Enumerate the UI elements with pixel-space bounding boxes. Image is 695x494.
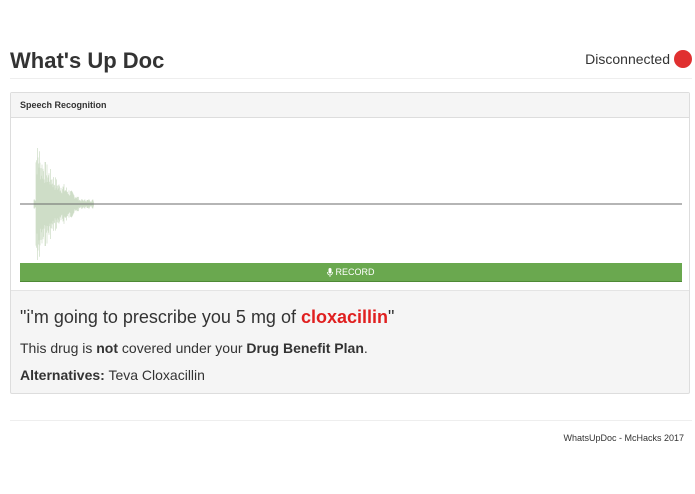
connection-status-text: Disconnected [585,51,670,67]
app-title: What's Up Doc [10,48,165,73]
record-button[interactable]: RECORD [20,263,682,282]
footer-text: WhatsUpDoc - McHacks 2017 [563,433,684,443]
coverage-prefix: This drug is [20,340,97,356]
panel-heading: Speech Recognition [11,93,689,118]
speech-recognition-panel: Speech Recognition RECORD "i'm going to … [10,92,690,394]
connection-status: Disconnected [585,50,692,68]
page-header: What's Up Doc Disconnected [10,44,692,79]
alternatives-value: Teva Cloxacillin [104,367,205,383]
record-button-label: RECORD [335,267,375,277]
coverage-not: not [96,340,119,356]
drug-name: cloxacillin [300,307,389,327]
coverage-plan: Drug Benefit Plan [246,340,364,356]
transcript-suffix: " [388,307,395,327]
status-indicator-icon [674,50,692,68]
alternatives: Alternatives: Teva Cloxacillin [20,367,205,383]
coverage-message: This drug is not covered under your Drug… [20,340,368,356]
coverage-suffix: . [363,340,368,356]
coverage-middle: covered under your [118,340,247,356]
audio-waveform [20,147,682,261]
transcript-quote: "i'm going to prescribe you 5 mg of clox… [20,307,394,327]
transcript: "i'm going to prescribe you 5 mg of clox… [20,307,394,328]
page-footer: WhatsUpDoc - McHacks 2017 [10,420,692,443]
microphone-icon [327,267,334,277]
transcript-prefix: "i'm going to prescribe you 5 mg of [20,307,301,327]
panel-body: RECORD [11,118,689,291]
alternatives-label: Alternatives: [20,367,105,383]
